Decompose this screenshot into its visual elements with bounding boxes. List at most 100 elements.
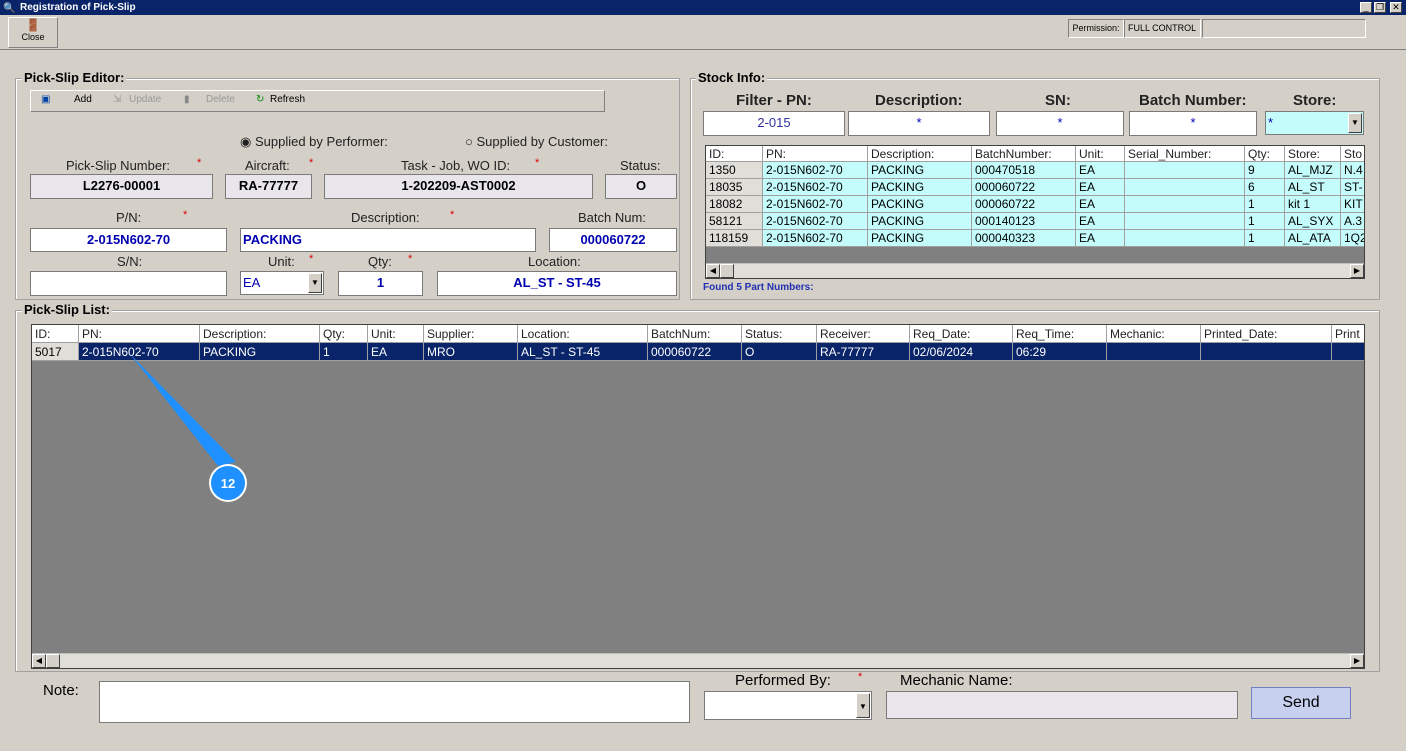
scroll-right-icon[interactable]: ▶ xyxy=(1350,264,1364,278)
table-cell: PACKING xyxy=(868,230,972,247)
required-mark: * xyxy=(183,209,188,221)
location-field[interactable]: AL_ST - ST-45 xyxy=(437,271,677,296)
filter-pn-input[interactable]: 2-015 xyxy=(703,111,845,136)
column-header[interactable]: ID: xyxy=(706,146,763,162)
stock-horizontal-scrollbar[interactable]: ◀ ▶ xyxy=(706,263,1364,278)
minimize-button[interactable]: _ xyxy=(1360,2,1372,13)
restore-button[interactable]: ❐ xyxy=(1374,2,1386,13)
column-header[interactable]: Location: xyxy=(518,325,648,343)
table-row[interactable]: 58121 2-015N602-70 PACKING 000140123 EA 1 AL_S… xyxy=(706,213,1364,230)
table-cell: 2-015N602-70 xyxy=(763,179,868,196)
delete-button[interactable]: Delete xyxy=(206,94,235,105)
column-header[interactable]: PN: xyxy=(79,325,200,343)
update-button[interactable]: Update xyxy=(129,94,161,105)
scroll-left-icon[interactable]: ◀ xyxy=(706,264,720,278)
column-header[interactable]: Print xyxy=(1332,325,1364,343)
aircraft-field[interactable]: RA-77777 xyxy=(225,174,312,199)
chevron-down-icon[interactable]: ▼ xyxy=(856,693,870,718)
table-cell xyxy=(1125,230,1245,247)
table-row[interactable]: 18035 2-015N602-70 PACKING 000060722 EA 6 AL_S… xyxy=(706,179,1364,196)
radio-checked-icon: ◉ xyxy=(240,134,252,149)
table-cell: 18082 xyxy=(706,196,763,213)
scroll-right-icon[interactable]: ▶ xyxy=(1350,654,1364,668)
mechanic-name-field[interactable] xyxy=(886,691,1238,719)
table-cell: AL_ATA xyxy=(1285,230,1341,247)
list-horizontal-scrollbar[interactable]: ◀ ▶ xyxy=(32,653,1364,668)
table-cell: 1350 xyxy=(706,162,763,179)
status-field[interactable]: O xyxy=(605,174,677,199)
pick-slip-grid: ◀ ▶ ID: PN: Description: Qty: Unit: Supplier:… xyxy=(31,324,1365,669)
chevron-down-icon[interactable]: ▼ xyxy=(1348,113,1362,133)
table-row[interactable]: 18082 2-015N602-70 PACKING 000060722 EA 1 kit … xyxy=(706,196,1364,213)
location-label: Location: xyxy=(528,254,581,269)
column-header[interactable]: Sto xyxy=(1341,146,1364,162)
table-cell xyxy=(1201,343,1332,361)
sn-field[interactable] xyxy=(30,271,227,296)
unit-select[interactable]: EA ▼ xyxy=(240,271,324,295)
column-header[interactable]: Description: xyxy=(868,146,972,162)
table-row[interactable]: 5017 2-015N602-70 PACKING 1 EA MRO AL_ST - ST-… xyxy=(32,343,1364,361)
note-input[interactable] xyxy=(99,681,690,723)
column-header[interactable]: Receiver: xyxy=(817,325,910,343)
radio-supplied-by-performer[interactable]: ◉ Supplied by Performer: xyxy=(240,134,388,150)
add-button[interactable]: Add xyxy=(74,94,92,105)
filter-sn-input[interactable]: * xyxy=(996,111,1124,136)
column-header[interactable]: Store: xyxy=(1285,146,1341,162)
description-field[interactable]: PACKING xyxy=(240,228,536,252)
batch-label: Batch Num: xyxy=(578,210,646,225)
column-header[interactable]: Unit: xyxy=(1076,146,1125,162)
update-icon: ⇲ xyxy=(113,94,122,105)
batch-field[interactable]: 000060722 xyxy=(549,228,677,252)
refresh-icon: ↻ xyxy=(256,94,265,105)
table-cell: RA-77777 xyxy=(817,343,910,361)
pn-field[interactable]: 2-015N602-70 xyxy=(30,228,227,252)
scroll-thumb[interactable] xyxy=(46,654,60,668)
scroll-left-icon[interactable]: ◀ xyxy=(32,654,46,668)
pick-slip-number-field[interactable]: L2276-00001 xyxy=(30,174,213,199)
column-header[interactable]: Qty: xyxy=(1245,146,1285,162)
qty-field[interactable]: 1 xyxy=(338,271,423,296)
radio-supplied-by-customer[interactable]: ○ Supplied by Customer: xyxy=(465,134,608,149)
send-button[interactable]: Send xyxy=(1251,687,1351,719)
filter-store-select[interactable]: * ▼ xyxy=(1265,111,1364,135)
table-cell xyxy=(1125,196,1245,213)
column-header[interactable]: Supplier: xyxy=(424,325,518,343)
filter-description-input[interactable]: * xyxy=(848,111,990,136)
table-cell: AL_ST xyxy=(1285,179,1341,196)
table-cell: AL_MJZ xyxy=(1285,162,1341,179)
table-cell: 000140123 xyxy=(972,213,1076,230)
column-header[interactable]: Unit: xyxy=(368,325,424,343)
required-mark: * xyxy=(535,157,540,169)
radio-customer-label: Supplied by Customer: xyxy=(476,134,608,149)
table-cell: 2-015N602-70 xyxy=(763,162,868,179)
column-header[interactable]: Mechanic: xyxy=(1107,325,1201,343)
column-header[interactable]: Description: xyxy=(200,325,320,343)
table-cell: AL_SYX xyxy=(1285,213,1341,230)
table-cell: 2-015N602-70 xyxy=(763,213,868,230)
column-header[interactable]: Printed_Date: xyxy=(1201,325,1332,343)
filter-batch-input[interactable]: * xyxy=(1129,111,1257,136)
table-row[interactable]: 118159 2-015N602-70 PACKING 000040323 EA 1 AL_… xyxy=(706,230,1364,247)
column-header[interactable]: Serial_Number: xyxy=(1125,146,1245,162)
refresh-button[interactable]: Refresh xyxy=(270,94,305,105)
table-cell xyxy=(1125,162,1245,179)
column-header[interactable]: Req_Date: xyxy=(910,325,1013,343)
performed-by-select[interactable]: ▼ xyxy=(704,691,872,720)
filter-batch-label: Batch Number: xyxy=(1139,92,1247,109)
table-row[interactable]: 1350 2-015N602-70 PACKING 000470518 EA 9 AL_MJ… xyxy=(706,162,1364,179)
scroll-thumb[interactable] xyxy=(720,264,734,278)
column-header[interactable]: BatchNumber: xyxy=(972,146,1076,162)
close-button[interactable]: 🚪 Close xyxy=(8,17,58,48)
column-header[interactable]: BatchNum: xyxy=(648,325,742,343)
table-cell: 06:29 xyxy=(1013,343,1107,361)
table-cell: KIT xyxy=(1341,196,1364,213)
task-field[interactable]: 1-202209-AST0002 xyxy=(324,174,593,199)
column-header[interactable]: Status: xyxy=(742,325,817,343)
permission-label: Permission: xyxy=(1068,19,1124,38)
chevron-down-icon[interactable]: ▼ xyxy=(308,273,322,293)
column-header[interactable]: ID: xyxy=(32,325,79,343)
close-window-button[interactable]: ✕ xyxy=(1390,2,1402,13)
column-header[interactable]: PN: xyxy=(763,146,868,162)
column-header[interactable]: Req_Time: xyxy=(1013,325,1107,343)
column-header[interactable]: Qty: xyxy=(320,325,368,343)
